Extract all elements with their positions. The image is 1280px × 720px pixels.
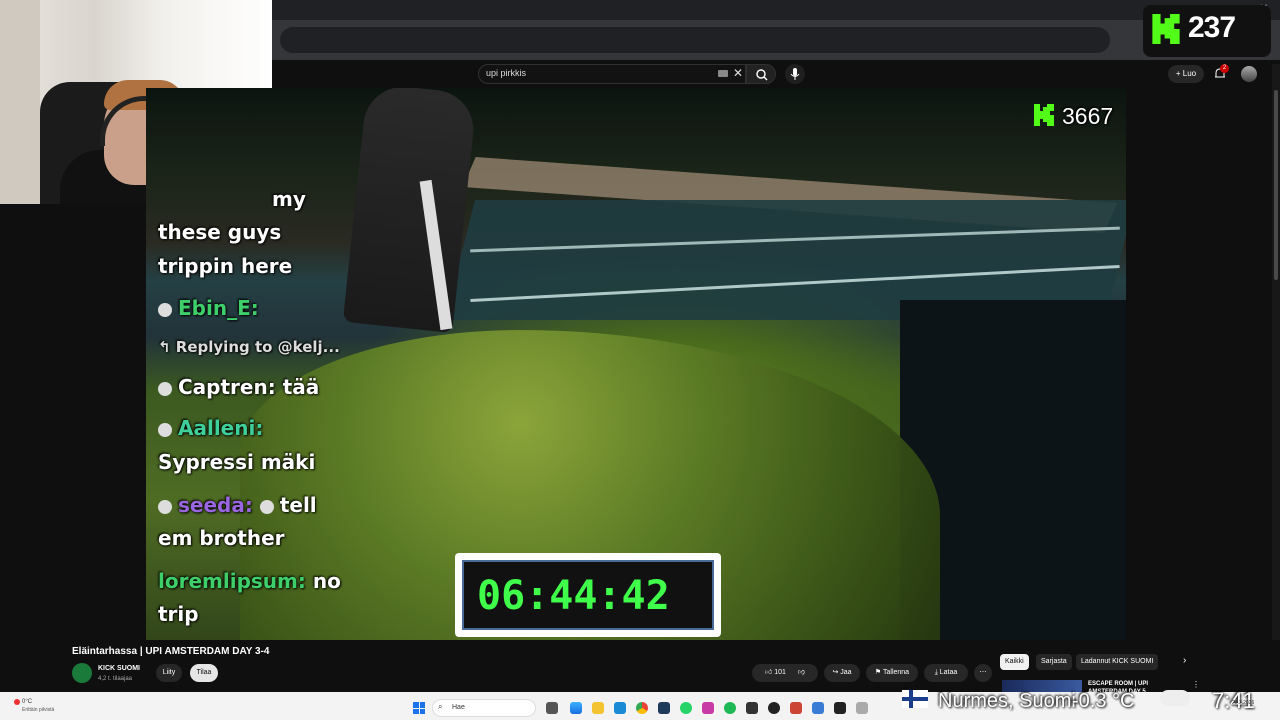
chat-badge-icon <box>158 422 172 437</box>
search-icon: ⌕ <box>438 702 443 711</box>
weather-description: Erittäin pilvistä <box>22 707 55 713</box>
chip-all[interactable]: Kaikki <box>1000 654 1029 670</box>
more-actions-button[interactable]: ⋯ <box>974 664 992 682</box>
chat-reply-text: Replying to @kelj... <box>175 338 340 356</box>
reply-icon: ↰ <box>158 338 176 356</box>
chat-line: loremlipsum: no <box>158 569 341 593</box>
chat-badge-icon <box>158 381 172 396</box>
system-tray-date[interactable]: 28.3.2026 <box>1232 700 1254 706</box>
taskbar-search-placeholder: Hae <box>452 704 465 711</box>
file-explorer-icon[interactable] <box>592 702 604 714</box>
create-label: Luo <box>1182 69 1197 78</box>
stream-viewer-count: 3667 <box>1062 103 1114 129</box>
app-icon[interactable] <box>790 702 802 714</box>
chat-message: no <box>312 569 341 593</box>
stream-temperature: -0.3 °C <box>1072 690 1135 712</box>
whatsapp-icon[interactable] <box>680 702 692 714</box>
app-icon[interactable] <box>746 702 758 714</box>
chat-badge-icon <box>158 302 172 317</box>
browser-tabstrip <box>272 0 1280 20</box>
channel-name[interactable]: KICK SUOMI <box>98 665 140 672</box>
x-icon[interactable] <box>834 702 846 714</box>
like-dislike-group[interactable]: 👍︎ 101 👎︎ <box>752 664 818 682</box>
plus-icon: + <box>1175 69 1183 78</box>
subscribe-button[interactable]: Tilaa <box>190 664 218 682</box>
chip-series[interactable]: Sarjasta <box>1036 654 1072 670</box>
download-label: Lataa <box>939 669 958 676</box>
chat-badge-icon <box>158 499 172 514</box>
chat-message: tää <box>282 375 320 399</box>
cloud-icon <box>1160 690 1190 706</box>
emote-icon <box>259 499 274 514</box>
obs-icon[interactable] <box>768 702 780 714</box>
share-button[interactable]: ↪ Jaa <box>824 664 860 682</box>
share-label: Jaa <box>840 669 852 676</box>
flag-cross-horizontal <box>902 697 928 701</box>
search-query-text: upi pirkkis <box>486 68 527 78</box>
keyboard-icon[interactable] <box>718 70 728 77</box>
chat-reply: ↰ Replying to @kelj... <box>158 338 340 356</box>
edge-icon[interactable] <box>614 702 626 714</box>
chat-message: tell <box>279 493 317 517</box>
taskbar-search-input[interactable] <box>432 699 536 717</box>
chat-line: trippin here <box>158 254 293 278</box>
kick-viewer-count: 237 <box>1188 11 1236 44</box>
chat-username: seeda: <box>178 493 253 517</box>
spotify-icon[interactable] <box>724 702 736 714</box>
channel-avatar[interactable] <box>72 663 92 683</box>
search-button[interactable] <box>746 64 776 84</box>
search-icon <box>756 69 768 81</box>
chat-line: Ebin_E: <box>158 296 259 320</box>
scrollbar-thumb[interactable] <box>1274 90 1278 280</box>
chat-line: my <box>272 187 306 211</box>
chat-line: these guys <box>158 220 282 244</box>
chat-line: em brother <box>158 526 285 550</box>
voice-search-button[interactable] <box>785 64 805 84</box>
url-field[interactable] <box>280 27 1110 53</box>
webcam-background <box>0 0 40 204</box>
steam-icon[interactable] <box>658 702 670 714</box>
like-count: 101 <box>774 669 786 676</box>
video-title: Eläintarhassa | UPI AMSTERDAM DAY 3-4 <box>72 646 270 657</box>
chat-username: Ebin_E: <box>178 296 259 320</box>
app-icon[interactable] <box>856 702 868 714</box>
join-button[interactable]: Liity <box>156 664 182 682</box>
notification-badge: 2 <box>1220 64 1229 73</box>
stream-timer-text: 06:44:42 <box>477 573 670 619</box>
kick-logo-icon <box>1152 14 1180 44</box>
chat-username: Captren: <box>178 375 276 399</box>
clear-search-icon[interactable]: ✕ <box>733 66 743 80</box>
windows-start-icon[interactable] <box>413 702 425 714</box>
app-icon[interactable] <box>812 702 824 714</box>
microphone-icon <box>790 68 800 80</box>
save-button[interactable]: ⚑ Tallenna <box>866 664 918 682</box>
chip-uploaded-by[interactable]: Ladannut KICK SUOMI <box>1076 654 1159 670</box>
kick-logo-icon <box>1034 104 1054 126</box>
stream-location: Nurmes, Suomi <box>938 690 1076 712</box>
chat-line: trip <box>158 602 199 626</box>
save-label: Tallenna <box>883 669 910 676</box>
task-view-icon[interactable] <box>546 702 558 714</box>
weather-temp[interactable]: 0°C <box>22 699 32 705</box>
bookmark-icon: ⚑ <box>874 669 883 676</box>
copilot-icon[interactable] <box>570 702 582 714</box>
chat-line: Captren: tää <box>158 375 319 399</box>
chat-username: Aalleni: <box>178 416 264 440</box>
weather-icon[interactable] <box>14 699 20 705</box>
download-button[interactable]: ⤓ Lataa <box>924 664 968 682</box>
chat-line: seeda: tell <box>158 493 317 517</box>
subscriber-count: 4,2 t. tilaajaa <box>98 676 133 682</box>
chevron-right-icon[interactable]: › <box>1183 655 1186 666</box>
chat-username: loremlipsum: <box>158 569 306 593</box>
chrome-icon[interactable] <box>636 702 648 714</box>
chat-line: Sypressi mäki <box>158 450 316 474</box>
thumbs-up-icon[interactable]: 👍︎ <box>765 669 774 676</box>
flag-cross-vertical <box>909 690 913 708</box>
app-icon[interactable] <box>702 702 714 714</box>
more-vert-icon[interactable]: ⋮ <box>1192 680 1200 689</box>
chat-line: Aalleni: <box>158 416 263 440</box>
create-button[interactable]: + Luo <box>1168 65 1204 83</box>
account-avatar[interactable] <box>1241 66 1257 82</box>
thumbs-down-icon[interactable]: 👎︎ <box>798 669 805 676</box>
